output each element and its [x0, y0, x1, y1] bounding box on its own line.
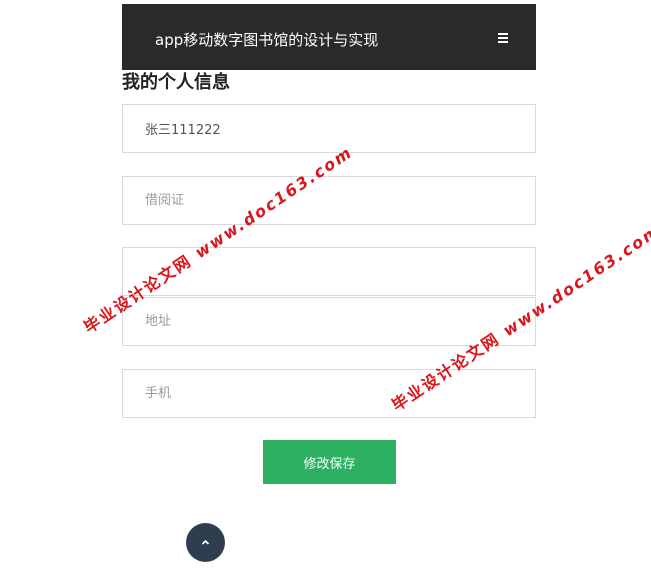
app-title: app移动数字图书馆的设计与实现 [155, 31, 379, 49]
page-title: 我的个人信息 [122, 72, 230, 93]
app-header: app移动数字图书馆的设计与实现 [122, 4, 536, 70]
save-button[interactable]: 修改保存 [263, 440, 396, 484]
phone-field[interactable] [122, 369, 536, 418]
back-to-top-button[interactable] [186, 523, 225, 562]
address-field[interactable] [122, 297, 536, 346]
third-field[interactable] [122, 247, 536, 296]
library-card-field[interactable] [122, 176, 536, 225]
name-field[interactable] [122, 104, 536, 153]
chevron-up-icon [201, 539, 210, 545]
hamburger-menu-icon[interactable] [496, 30, 510, 44]
